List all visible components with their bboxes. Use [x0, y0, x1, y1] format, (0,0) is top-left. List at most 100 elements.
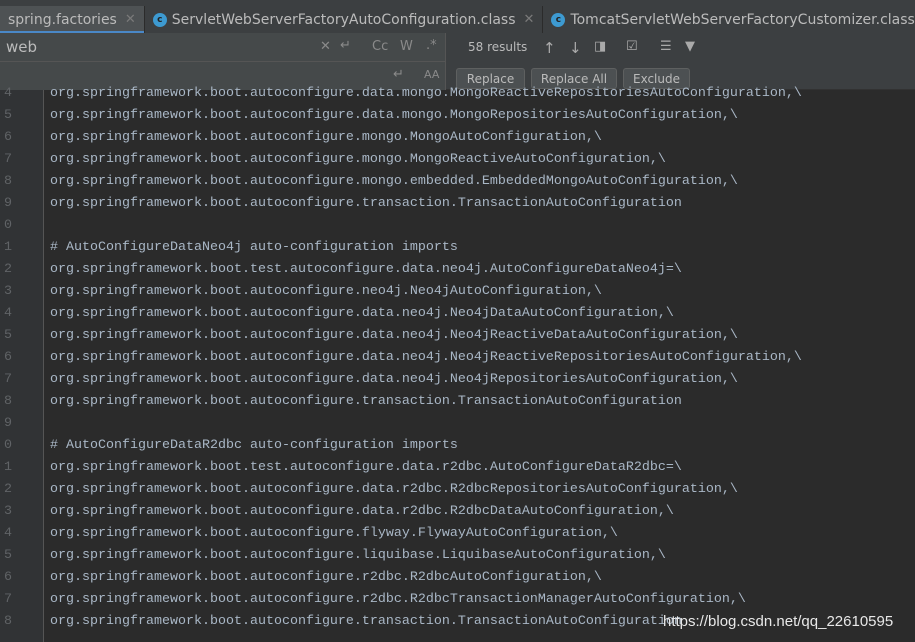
class-icon: c: [551, 12, 566, 27]
code-line[interactable]: 7 org.springframework.boot.autoconfigure.…: [0, 149, 915, 171]
regex-toggle[interactable]: .*: [426, 38, 437, 53]
line-number: 5: [4, 548, 12, 563]
tab-label: spring.factories: [8, 11, 117, 28]
line-text: org.springframework.boot.autoconfigure.t…: [50, 614, 682, 629]
words-toggle[interactable]: W: [400, 39, 413, 54]
code-line[interactable]: 5 org.springframework.boot.autoconfigure.…: [0, 545, 915, 567]
code-line[interactable]: 4 org.springframework.boot.autoconfigure.…: [0, 523, 915, 545]
code-line[interactable]: 1 org.springframework.boot.test.autoconfi…: [0, 457, 915, 479]
line-number: 4: [4, 86, 12, 101]
search-input[interactable]: web ✕ ↵ Cc W .*: [0, 33, 446, 62]
code-line[interactable]: 3 org.springframework.boot.autoconfigure.…: [0, 281, 915, 303]
code-line[interactable]: 0 # AutoConfigureDataR2dbc auto-configura…: [0, 435, 915, 457]
code-line[interactable]: 8 org.springframework.boot.autoconfigure.…: [0, 391, 915, 413]
select-all-occurrences-icon[interactable]: ◨: [594, 39, 606, 54]
code-line[interactable]: 8 org.springframework.boot.autoconfigure.…: [0, 171, 915, 193]
newline-icon[interactable]: ↵: [340, 38, 351, 53]
line-text: org.springframework.boot.autoconfigure.r…: [50, 570, 602, 585]
code-line[interactable]: 3 org.springframework.boot.autoconfigure.…: [0, 501, 915, 523]
line-text: org.springframework.boot.test.autoconfig…: [50, 262, 682, 277]
close-icon[interactable]: ✕: [524, 12, 535, 27]
line-text: org.springframework.boot.autoconfigure.d…: [50, 328, 738, 343]
filter-icon[interactable]: ▼: [685, 39, 695, 54]
line-number: 8: [4, 614, 12, 629]
line-number: 5: [4, 108, 12, 123]
code-line[interactable]: 1 # AutoConfigureDataNeo4j auto-configura…: [0, 237, 915, 259]
line-text: org.springframework.boot.autoconfigure.d…: [50, 504, 674, 519]
tab-servlet-autoconfig[interactable]: c ServletWebServerFactoryAutoConfigurati…: [145, 6, 544, 33]
code-line[interactable]: 7 org.springframework.boot.autoconfigure.…: [0, 589, 915, 611]
line-number: 6: [4, 130, 12, 145]
line-number: 4: [4, 306, 12, 321]
close-icon[interactable]: ✕: [125, 12, 136, 27]
line-text: org.springframework.boot.autoconfigure.l…: [50, 548, 666, 563]
preserve-case-icon[interactable]: AA: [424, 68, 439, 81]
code-line[interactable]: 2 org.springframework.boot.test.autoconfi…: [0, 259, 915, 281]
line-number: 8: [4, 174, 12, 189]
line-number: 8: [4, 394, 12, 409]
line-number: 5: [4, 328, 12, 343]
line-text: # AutoConfigureDataR2dbc auto-configurat…: [50, 438, 458, 453]
line-text: org.springframework.boot.autoconfigure.r…: [50, 592, 746, 607]
watermark: https://blog.csdn.net/qq_22610595: [663, 613, 894, 630]
line-number: 9: [4, 196, 12, 211]
code-line[interactable]: 6 org.springframework.boot.autoconfigure.…: [0, 347, 915, 369]
line-number: 0: [4, 218, 12, 233]
line-text: org.springframework.boot.autoconfigure.d…: [50, 86, 802, 101]
line-number: 3: [4, 284, 12, 299]
code-line[interactable]: 6 org.springframework.boot.autoconfigure.…: [0, 127, 915, 149]
line-text: org.springframework.boot.autoconfigure.d…: [50, 306, 674, 321]
line-text: org.springframework.boot.autoconfigure.d…: [50, 482, 738, 497]
line-text: org.springframework.boot.autoconfigure.m…: [50, 174, 738, 189]
in-selection-icon[interactable]: ☑: [626, 39, 638, 54]
arrow-up-icon[interactable]: ↑: [543, 39, 556, 57]
line-number: 7: [4, 592, 12, 607]
results-count: 58 results: [468, 40, 528, 54]
code-line[interactable]: 4 org.springframework.boot.autoconfigure.…: [0, 83, 915, 105]
tab-spring-factories[interactable]: spring.factories ✕: [0, 6, 145, 34]
find-replace-panel: web ✕ ↵ Cc W .* ↵ AA 58 results ↑ ↓ ◨ ☑ …: [0, 33, 915, 90]
line-number: 2: [4, 262, 12, 277]
line-number: 0: [4, 438, 12, 453]
tab-tomcat-customizer[interactable]: c TomcatServletWebServerFactoryCustomize…: [543, 6, 915, 33]
line-number: 9: [4, 416, 12, 431]
line-text: org.springframework.boot.autoconfigure.d…: [50, 350, 802, 365]
filter-options-icon[interactable]: ☰: [660, 39, 672, 54]
code-line[interactable]: 6 org.springframework.boot.autoconfigure.…: [0, 567, 915, 589]
line-number: 6: [4, 570, 12, 585]
code-editor[interactable]: 4 org.springframework.boot.autoconfigure.…: [0, 83, 915, 633]
line-number: 3: [4, 504, 12, 519]
line-text: org.springframework.boot.autoconfigure.m…: [50, 152, 666, 167]
match-case-toggle[interactable]: Cc: [372, 39, 388, 54]
line-text: org.springframework.boot.test.autoconfig…: [50, 460, 682, 475]
class-icon: c: [152, 12, 167, 27]
line-text: # AutoConfigureDataNeo4j auto-configurat…: [50, 240, 458, 255]
tab-label: ServletWebServerFactoryAutoConfiguration…: [171, 11, 516, 28]
line-text: org.springframework.boot.autoconfigure.d…: [50, 108, 738, 123]
tab-label: TomcatServletWebServerFactoryCustomizer.…: [570, 11, 915, 28]
clear-icon[interactable]: ✕: [320, 39, 331, 54]
code-line[interactable]: 4 org.springframework.boot.autoconfigure.…: [0, 303, 915, 325]
line-text: org.springframework.boot.autoconfigure.n…: [50, 284, 602, 299]
line-text: org.springframework.boot.autoconfigure.t…: [50, 394, 682, 409]
line-text: org.springframework.boot.autoconfigure.m…: [50, 130, 602, 145]
code-line[interactable]: 9 org.springframework.boot.autoconfigure.…: [0, 193, 915, 215]
line-number: 6: [4, 350, 12, 365]
line-number: 7: [4, 152, 12, 167]
line-number: 7: [4, 372, 12, 387]
arrow-down-icon[interactable]: ↓: [569, 39, 582, 57]
code-line[interactable]: 0: [0, 215, 915, 237]
line-text: org.springframework.boot.autoconfigure.f…: [50, 526, 618, 541]
editor-tabs: spring.factories ✕ c ServletWebServerFac…: [0, 0, 915, 34]
search-value[interactable]: web: [6, 38, 37, 56]
line-number: 4: [4, 526, 12, 541]
code-line[interactable]: 5 org.springframework.boot.autoconfigure.…: [0, 325, 915, 347]
line-number: 1: [4, 460, 12, 475]
code-line[interactable]: 2 org.springframework.boot.autoconfigure.…: [0, 479, 915, 501]
line-text: org.springframework.boot.autoconfigure.t…: [50, 196, 682, 211]
code-line[interactable]: 9: [0, 413, 915, 435]
newline-icon[interactable]: ↵: [393, 67, 404, 82]
code-line[interactable]: 7 org.springframework.boot.autoconfigure.…: [0, 369, 915, 391]
line-number: 1: [4, 240, 12, 255]
code-line[interactable]: 5 org.springframework.boot.autoconfigure.…: [0, 105, 915, 127]
